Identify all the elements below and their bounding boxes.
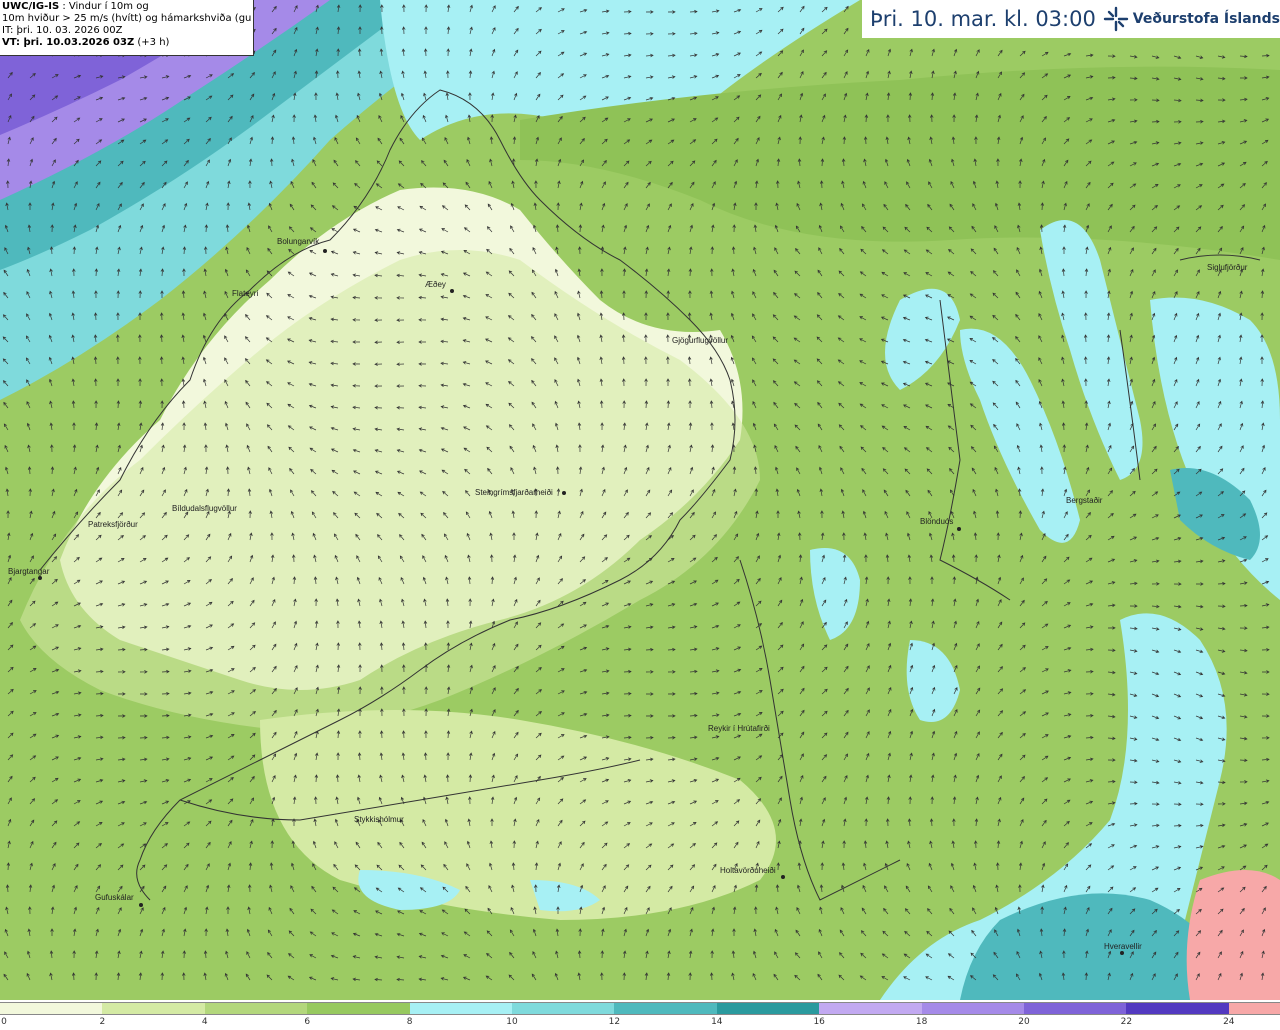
- legend-swatch: [1126, 1002, 1229, 1015]
- legend-swatch: [614, 1002, 717, 1015]
- vedurstofa-snowflake-icon: [1103, 6, 1128, 32]
- legend-swatch: [716, 1002, 820, 1015]
- legend-swatch: [1024, 1002, 1127, 1015]
- place-label: Bjargtangar: [8, 567, 50, 576]
- valid-time: VT: þri. 10.03.2026 03Z: [2, 37, 135, 48]
- legend-swatch: [0, 1002, 103, 1015]
- forecast-info-box: UWC/IG-IS : Vindur í 10m og 10m hviður >…: [0, 0, 254, 56]
- brand-logo[interactable]: Veðurstofa Íslands: [1103, 6, 1280, 32]
- time-banner: Þri. 10. mar. kl. 03:00 Veðurstofa Íslan…: [862, 0, 1280, 38]
- legend-tick-label: 4: [201, 1017, 208, 1027]
- legend-tick-label: 2: [99, 1017, 106, 1027]
- place-label: Flateyri: [232, 289, 259, 298]
- info-line-1: UWC/IG-IS : Vindur í 10m og: [2, 1, 251, 13]
- legend-swatch: [921, 1002, 1024, 1015]
- legend-tick-label: 16: [813, 1017, 825, 1027]
- legend-tick-label: 22: [1120, 1017, 1133, 1027]
- place-label: Bíldudalsflugvöllur: [172, 504, 237, 513]
- place-label: Stykkishólmur: [354, 815, 404, 824]
- place-label: Holtavörðuheiði: [720, 866, 776, 875]
- legend-swatch: [819, 1002, 922, 1015]
- place-label: Gufuskálar: [95, 893, 134, 902]
- place-label: Reykir í Hrútafirði: [708, 724, 770, 733]
- place-marker: [562, 491, 566, 495]
- legend-tick-label: 20: [1018, 1017, 1030, 1027]
- legend-swatch: [1228, 1002, 1280, 1015]
- legend-swatch: [204, 1002, 308, 1015]
- legend-tick-label: 8: [406, 1017, 413, 1027]
- legend-swatch: [409, 1002, 512, 1015]
- place-label: Bolungarvík: [277, 237, 320, 246]
- place-marker: [450, 289, 454, 293]
- legend-tick-label: 0: [1, 1017, 7, 1027]
- place-label: Bergstaðir: [1066, 496, 1103, 505]
- legend-tick-label: 6: [304, 1017, 311, 1027]
- legend-swatch: [102, 1002, 205, 1015]
- legend-swatch: [512, 1002, 615, 1015]
- place-label: Siglufjörður: [1207, 263, 1248, 272]
- info-line-3: IT: þri. 10. 03. 2026 00Z: [2, 25, 123, 36]
- place-marker: [139, 903, 143, 907]
- legend-tick-label: 14: [711, 1017, 723, 1027]
- forecast-time: Þri. 10. mar. kl. 03:00: [870, 7, 1096, 31]
- wind-speed-legend: 0 2 4 6 8 10 12 14 16 18 20 22 24: [0, 1000, 1280, 1030]
- model-name: UWC/IG-IS: [2, 1, 60, 12]
- place-marker: [323, 249, 327, 253]
- legend-tick-label: 18: [915, 1017, 928, 1027]
- place-label: Æðey: [425, 280, 446, 289]
- place-marker: [1120, 951, 1124, 955]
- place-label: Blönduós: [920, 517, 954, 526]
- legend-tick-label: 10: [506, 1017, 518, 1027]
- place-label: Steingrímsfjarðarheiði: [475, 488, 553, 497]
- legend-tick-label: 24: [1223, 1017, 1235, 1027]
- place-marker: [957, 527, 961, 531]
- place-label: Hveravellir: [1104, 942, 1142, 951]
- info-line-1-rest: : Vindur í 10m og: [59, 1, 149, 12]
- field-pink-se: [1186, 870, 1280, 1000]
- place-marker: [38, 576, 42, 580]
- info-line-2: 10m hviður > 25 m/s (hvítt) og hámarkshv…: [2, 13, 251, 24]
- weather-map[interactable]: UWC/IG-IS : Vindur í 10m og 10m hviður >…: [0, 0, 1280, 1000]
- place-marker: [781, 875, 785, 879]
- place-label: Gjögurflugvöllur: [672, 336, 729, 345]
- place-label: Patreksfjörður: [88, 520, 138, 529]
- legend-tick-label: 12: [608, 1017, 621, 1027]
- info-line-4: VT: þri. 10.03.2026 03Z (+3 h): [2, 37, 251, 49]
- legend-swatch: [307, 1002, 410, 1015]
- lead-time: (+3 h): [134, 37, 170, 48]
- brand-name: Veðurstofa Íslands: [1132, 11, 1280, 27]
